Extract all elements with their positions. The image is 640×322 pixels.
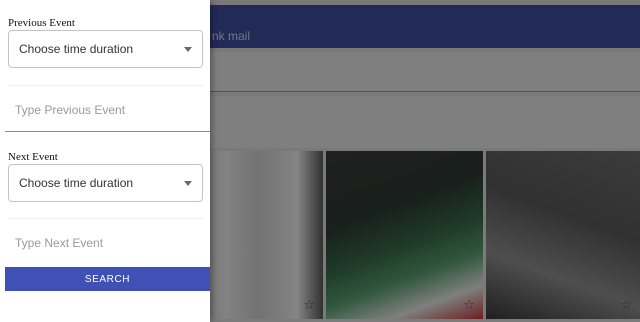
caret-down-icon <box>184 47 192 52</box>
caret-down-icon <box>184 181 192 186</box>
divider <box>8 85 203 86</box>
divider <box>8 218 203 219</box>
previous-event-input[interactable] <box>5 88 210 132</box>
next-event-duration-value: Choose time duration <box>19 176 134 190</box>
next-event-label: Next Event <box>8 151 58 163</box>
search-button[interactable]: Search <box>5 267 210 291</box>
next-event-duration-select[interactable]: Choose time duration <box>8 164 203 202</box>
previous-event-duration-value: Choose time duration <box>19 42 134 56</box>
next-event-input[interactable] <box>5 221 210 265</box>
previous-event-duration-select[interactable]: Choose time duration <box>8 30 203 68</box>
filter-drawer: Previous Event Choose time duration Next… <box>0 0 210 322</box>
previous-event-label: Previous Event <box>8 17 75 29</box>
